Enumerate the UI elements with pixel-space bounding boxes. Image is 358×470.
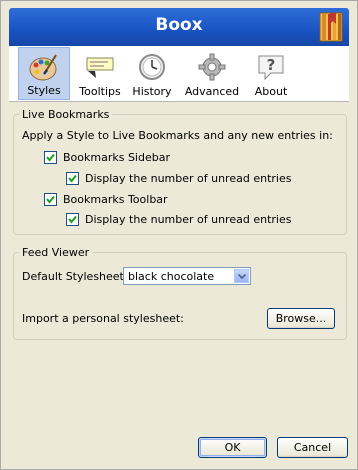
- bookmarks-icon: [317, 10, 347, 44]
- clock-icon: [129, 52, 175, 82]
- checkbox-label: Bookmarks Toolbar: [63, 193, 168, 206]
- tab-label: Advanced: [184, 85, 240, 98]
- tab-label: Tooltips: [79, 85, 121, 98]
- ok-button[interactable]: OK: [198, 437, 267, 458]
- chevron-down-icon[interactable]: [234, 269, 249, 283]
- toolbar-unread-checkbox[interactable]: Display the number of unread entries: [66, 213, 291, 226]
- tab-label: About: [254, 85, 288, 98]
- preferences-dialog: Boox Styles Tooltips History Advanced ? …: [0, 0, 358, 470]
- preferences-toolbar: Styles Tooltips History Advanced ? About: [9, 46, 349, 102]
- help-icon: ?: [249, 52, 293, 82]
- tooltip-icon: [76, 52, 124, 82]
- tab-tooltips[interactable]: Tooltips: [76, 47, 124, 100]
- select-value: black chocolate: [128, 270, 215, 283]
- cancel-button[interactable]: Cancel: [277, 437, 348, 458]
- live-bookmarks-description: Apply a Style to Live Bookmarks and any …: [22, 129, 333, 142]
- checkbox[interactable]: [66, 213, 79, 226]
- checkbox[interactable]: [44, 151, 57, 164]
- tab-history[interactable]: History: [129, 47, 175, 100]
- default-stylesheet-label: Default Stylesheet:: [22, 270, 128, 283]
- svg-text:?: ?: [267, 56, 276, 74]
- checkbox-label: Display the number of unread entries: [85, 213, 292, 226]
- import-stylesheet-label: Import a personal stylesheet:: [22, 312, 184, 325]
- live-bookmarks-legend: Live Bookmarks: [22, 108, 110, 121]
- checkbox[interactable]: [44, 193, 57, 206]
- tab-label: History: [132, 85, 172, 98]
- tab-advanced[interactable]: Advanced: [181, 47, 243, 100]
- tab-about[interactable]: ? About: [249, 47, 293, 100]
- tab-label: Styles: [27, 84, 61, 97]
- feed-viewer-legend: Feed Viewer: [22, 246, 90, 259]
- checkbox-label: Display the number of unread entries: [85, 172, 292, 185]
- tab-styles[interactable]: Styles: [18, 47, 70, 100]
- palette-icon: [19, 53, 69, 83]
- bookmarks-toolbar-checkbox[interactable]: Bookmarks Toolbar: [44, 193, 168, 206]
- dialog-title: Boox: [155, 15, 203, 35]
- bookmarks-sidebar-checkbox[interactable]: Bookmarks Sidebar: [44, 151, 170, 164]
- default-stylesheet-select[interactable]: black chocolate: [123, 267, 251, 285]
- dialog-header: Boox: [9, 8, 349, 46]
- checkbox-label: Bookmarks Sidebar: [63, 151, 170, 164]
- checkbox[interactable]: [66, 172, 79, 185]
- sidebar-unread-checkbox[interactable]: Display the number of unread entries: [66, 172, 291, 185]
- gear-icon: [181, 52, 243, 82]
- browse-button[interactable]: Browse...: [267, 308, 335, 329]
